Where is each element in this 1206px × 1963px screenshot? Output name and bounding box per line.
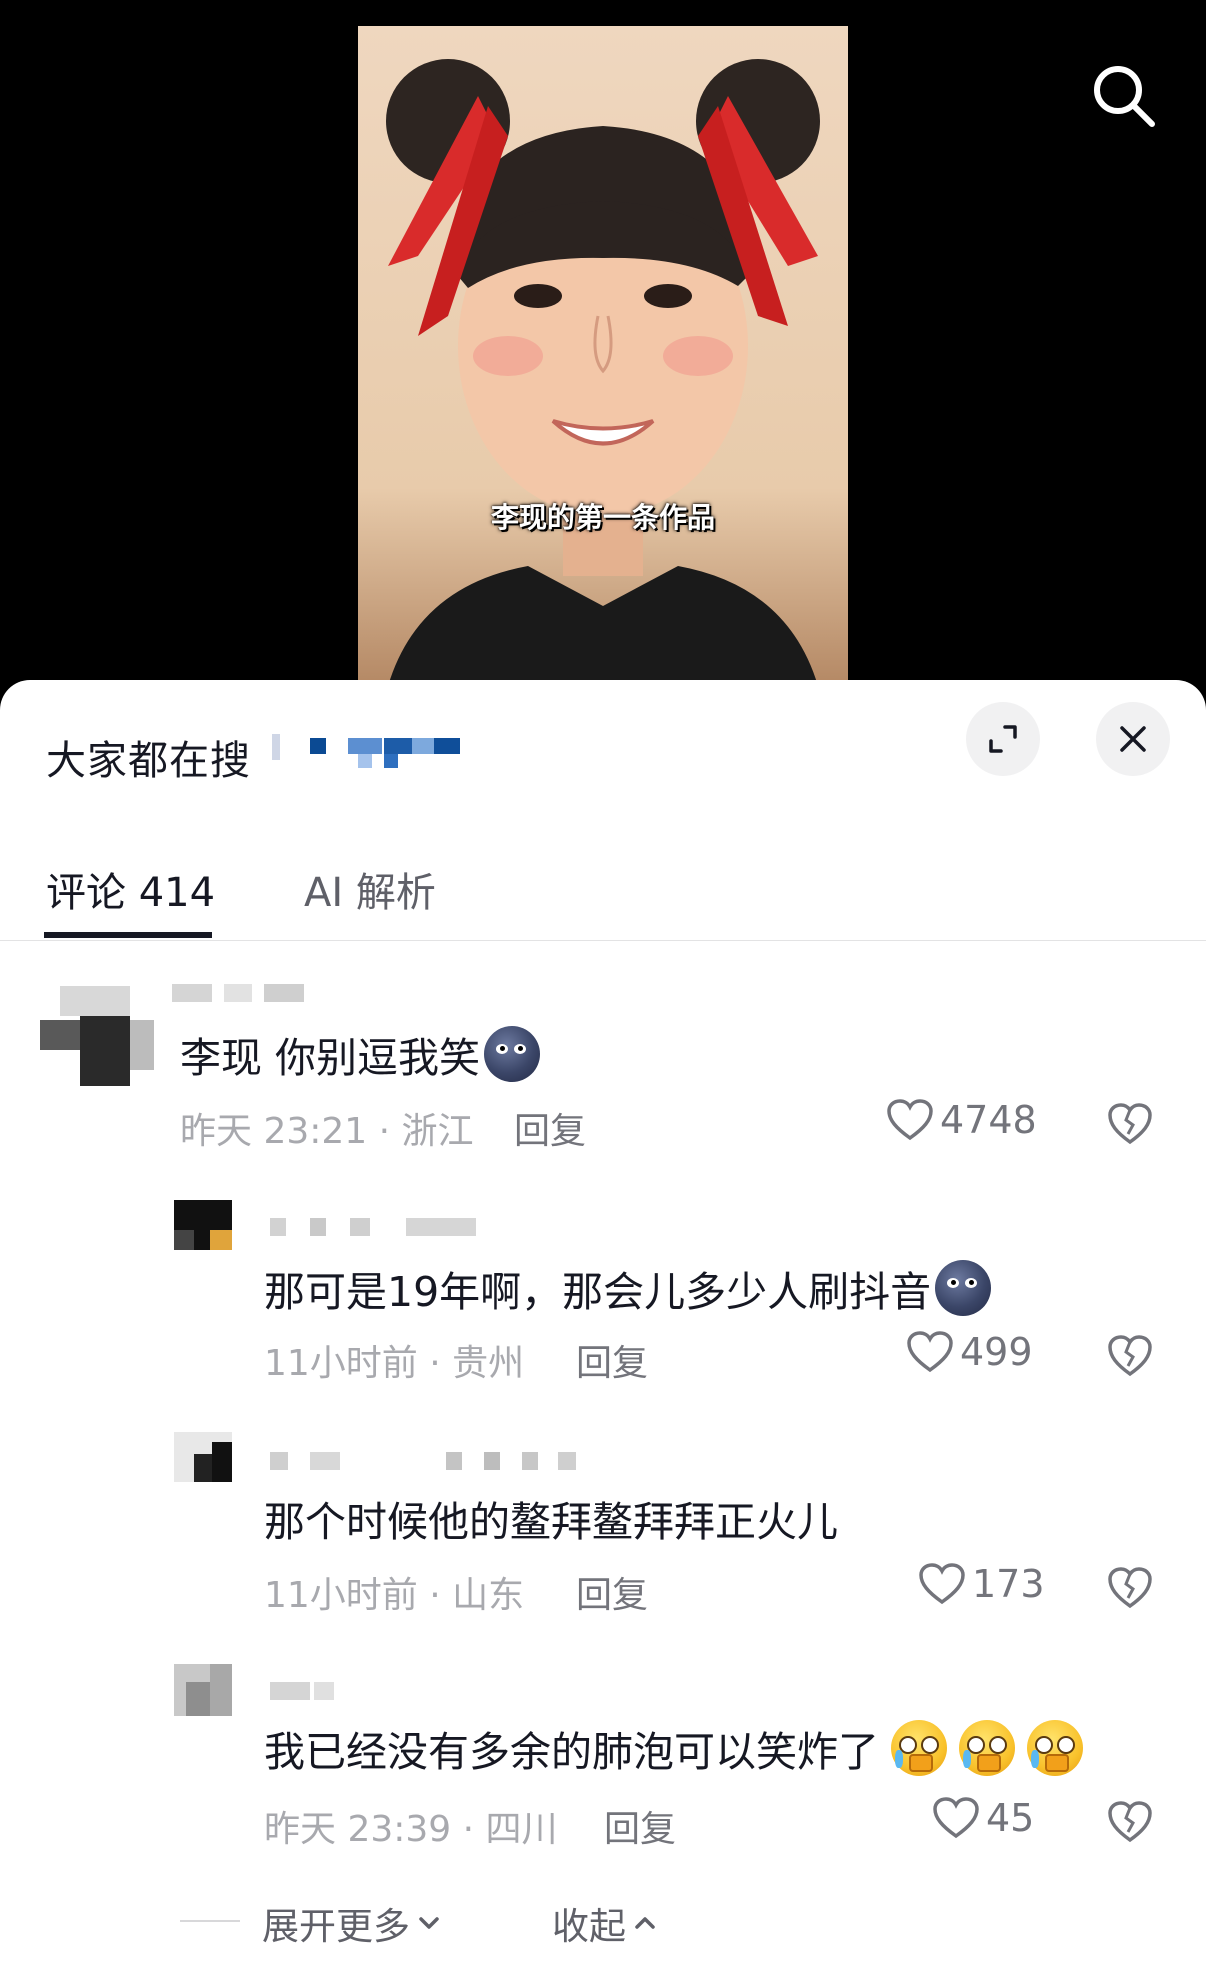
comment-text[interactable]: 那可是19年啊，那会儿多少人刷抖音	[264, 1258, 992, 1318]
broken-heart-icon[interactable]	[1106, 1100, 1154, 1148]
username[interactable]	[172, 984, 312, 1012]
new-moon-face-emoji	[484, 1026, 541, 1082]
heart-icon	[907, 1331, 953, 1373]
broken-heart-icon[interactable]	[1106, 1332, 1154, 1380]
tab-bar: 评论 414 AI 解析	[0, 840, 1206, 941]
expand-icon	[989, 725, 1017, 753]
active-tab-indicator	[44, 932, 212, 938]
reply-button[interactable]: 回复	[604, 1800, 676, 1852]
like-button[interactable]: 499	[906, 1330, 1033, 1374]
close-button[interactable]	[1096, 702, 1170, 776]
broken-heart-icon[interactable]	[1106, 1798, 1154, 1846]
username[interactable]	[270, 1218, 510, 1246]
username[interactable]	[270, 1452, 630, 1480]
heart-icon	[933, 1797, 979, 1839]
comment-body: 我已经没有多余的肺泡可以笑炸了	[264, 1728, 879, 1776]
heart-icon	[919, 1563, 965, 1605]
comment-text[interactable]: 那个时候他的鳌拜鳌拜拜正火儿	[264, 1488, 838, 1548]
broken-heart-icon[interactable]	[1106, 1564, 1154, 1612]
heart-icon	[887, 1099, 933, 1141]
person-image	[386, 59, 820, 686]
search-suggestion[interactable]: 大家都在搜	[46, 728, 251, 786]
avatar[interactable]	[174, 1664, 232, 1716]
comment-text[interactable]: 李现 你别逗我笑	[180, 1024, 541, 1084]
video-caption: 李现的第一条作品	[490, 501, 715, 534]
video-thumbnail[interactable]: 李现的第一条作品	[358, 26, 848, 686]
tab-comments[interactable]: 评论 414	[46, 860, 215, 918]
tab-ai-analysis[interactable]: AI 解析	[304, 860, 436, 918]
expand-button[interactable]	[966, 702, 1040, 776]
like-count: 4748	[940, 1098, 1037, 1142]
reply-button[interactable]: 回复	[576, 1334, 648, 1386]
avatar[interactable]	[40, 980, 156, 1090]
expand-more-label: 展开更多	[262, 1905, 410, 1948]
video-player[interactable]: 李现的第一条作品	[0, 0, 1206, 700]
divider	[180, 1920, 240, 1922]
avatar[interactable]	[174, 1432, 232, 1482]
crying-face-emoji	[1027, 1720, 1083, 1776]
like-count: 45	[986, 1796, 1035, 1840]
comment-body: 李现 你别逗我笑	[180, 1034, 481, 1082]
panel-header: 大家都在搜	[0, 680, 1206, 820]
comment-meta: 昨天 23:21 · 浙江	[180, 1111, 474, 1152]
comment-body: 那个时候他的鳌拜鳌拜拜正火儿	[264, 1498, 838, 1546]
comment-body: 那可是19年啊，那会儿多少人刷抖音	[264, 1268, 932, 1316]
reply-item: 那可是19年啊，那会儿多少人刷抖音 11小时前 · 贵州 回复 499	[0, 1200, 1206, 1400]
expand-more-button[interactable]: 展开更多	[262, 1896, 442, 1950]
redacted-search-term	[272, 730, 472, 778]
crying-face-emoji	[891, 1720, 947, 1776]
comment-meta: 11小时前 · 贵州	[264, 1343, 525, 1384]
like-button[interactable]: 173	[918, 1562, 1045, 1606]
like-button[interactable]: 4748	[886, 1098, 1037, 1142]
search-icon[interactable]	[1088, 60, 1158, 130]
crying-face-emoji	[959, 1720, 1015, 1776]
comment-item: 李现 你别逗我笑 昨天 23:21 · 浙江 回复 4748	[0, 980, 1206, 1180]
new-moon-face-emoji	[935, 1260, 992, 1316]
chevron-up-icon	[635, 1917, 655, 1929]
avatar[interactable]	[174, 1200, 232, 1250]
username[interactable]	[270, 1682, 350, 1710]
like-button[interactable]: 45	[932, 1796, 1034, 1840]
reply-button[interactable]: 回复	[514, 1102, 586, 1154]
comment-text[interactable]: 我已经没有多余的肺泡可以笑炸了	[264, 1718, 1083, 1778]
reply-button[interactable]: 回复	[576, 1566, 648, 1618]
reply-item: 我已经没有多余的肺泡可以笑炸了 昨天 23:39 · 四川 回复 45	[0, 1664, 1206, 1874]
replies-controls: 展开更多 收起	[0, 1890, 1206, 1950]
like-count: 499	[960, 1330, 1033, 1374]
comment-meta: 昨天 23:39 · 四川	[264, 1809, 558, 1850]
comment-meta: 11小时前 · 山东	[264, 1575, 525, 1616]
comment-panel: 大家都在搜 评论 414 AI 解析 李现 你别逗我笑 昨天 23:21 · 浙…	[0, 680, 1206, 1963]
like-count: 173	[972, 1562, 1045, 1606]
reply-item: 那个时候他的鳌拜鳌拜拜正火儿 11小时前 · 山东 回复 173	[0, 1432, 1206, 1632]
collapse-label: 收起	[552, 1905, 626, 1948]
search-suggestion-label: 大家都在搜	[46, 738, 251, 784]
chevron-down-icon	[419, 1917, 439, 1929]
collapse-button[interactable]: 收起	[552, 1896, 658, 1950]
close-icon	[1120, 726, 1146, 752]
